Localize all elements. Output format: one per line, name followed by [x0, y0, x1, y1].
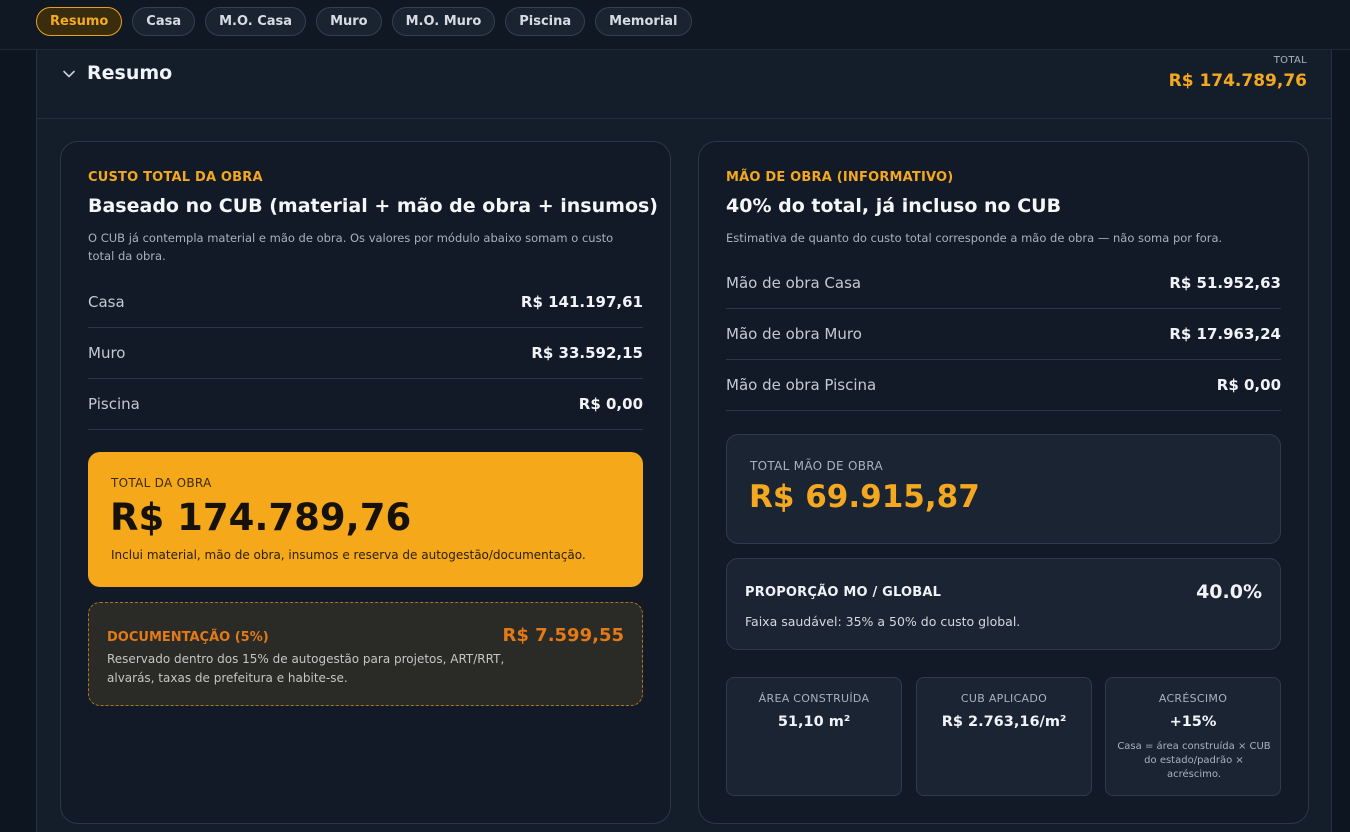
total-obra-description: Inclui material, mão de obra, insumos e …	[111, 548, 586, 562]
panel-title: Resumo	[87, 62, 173, 84]
row-value: R$ 0,00	[578, 395, 643, 413]
stat-area: ÁREA CONSTRUÍDA 51,10 m²	[726, 677, 902, 796]
card-description: Estimativa de quanto do custo total corr…	[726, 231, 1223, 245]
header-total-value: R$ 174.789,76	[1168, 71, 1307, 91]
documentation-description: Reservado dentro dos 15% de autogestão p…	[107, 652, 505, 685]
row-value: R$ 51.952,63	[1169, 274, 1281, 292]
tab-bar: Resumo Casa M.O. Casa Muro M.O. Muro Pis…	[0, 0, 1350, 50]
chevron-down-icon[interactable]	[62, 67, 76, 81]
tab-casa[interactable]: Casa	[132, 7, 196, 36]
row-label: Mão de obra Piscina	[726, 376, 877, 394]
proportion-box: PROPORÇÃO MO / GLOBAL 40.0% Faixa saudáv…	[726, 558, 1281, 650]
summary-panel: Resumo TOTAL R$ 174.789,76 CUSTO TOTAL D…	[36, 50, 1332, 832]
labor-row-casa: Mão de obra Casa R$ 51.952,63	[726, 258, 1281, 309]
total-labor-label: TOTAL MÃO DE OBRA	[750, 459, 883, 473]
row-value: R$ 17.963,24	[1169, 325, 1281, 343]
header-total-label: TOTAL	[1273, 55, 1307, 66]
tab-mo-muro[interactable]: M.O. Muro	[391, 7, 496, 36]
row-label: Muro	[88, 344, 126, 362]
stat-value: R$ 2.763,16/m²	[941, 714, 1067, 730]
tab-memorial[interactable]: Memorial	[595, 7, 692, 36]
stat-value: +15%	[1169, 714, 1217, 730]
module-tabs: Resumo Casa M.O. Casa Muro M.O. Muro Pis…	[36, 7, 692, 36]
labor-row-muro: Mão de obra Muro R$ 17.963,24	[726, 309, 1281, 360]
card-eyebrow: MÃO DE OBRA (INFORMATIVO)	[726, 170, 954, 185]
tab-piscina[interactable]: Piscina	[505, 7, 586, 36]
cost-row-muro: Muro R$ 33.592,15	[88, 328, 643, 379]
cost-row-casa: Casa R$ 141.197,61	[88, 277, 643, 328]
row-value: R$ 141.197,61	[520, 293, 643, 311]
documentation-value: R$ 7.599,55	[502, 625, 624, 646]
row-value: R$ 33.592,15	[531, 344, 643, 362]
stat-label: ÁREA CONSTRUÍDA	[758, 692, 870, 705]
labor-row-piscina: Mão de obra Piscina R$ 0,00	[726, 360, 1281, 411]
total-obra-value: R$ 174.789,76	[110, 496, 412, 539]
stat-label: ACRÉSCIMO	[1158, 692, 1228, 705]
row-label: Casa	[88, 293, 125, 311]
card-heading: Baseado no CUB (material + mão de obra +…	[88, 195, 658, 217]
total-labor-box: TOTAL MÃO DE OBRA R$ 69.915,87	[726, 434, 1281, 544]
row-label: Mão de obra Muro	[726, 325, 862, 343]
proportion-value: 40.0%	[1196, 581, 1262, 603]
total-obra-label: TOTAL DA OBRA	[111, 476, 212, 490]
tab-muro[interactable]: Muro	[316, 7, 382, 36]
row-label: Piscina	[88, 395, 140, 413]
card-description: O CUB já contempla material e mão de obr…	[88, 231, 614, 263]
card-eyebrow: CUSTO TOTAL DA OBRA	[88, 170, 263, 185]
total-obra-box: TOTAL DA OBRA R$ 174.789,76 Inclui mater…	[88, 452, 643, 587]
proportion-label: PROPORÇÃO MO / GLOBAL	[745, 585, 942, 600]
total-labor-value: R$ 69.915,87	[749, 479, 980, 515]
panel-header[interactable]: Resumo TOTAL R$ 174.789,76	[37, 50, 1331, 119]
total-cost-card: CUSTO TOTAL DA OBRA Baseado no CUB (mate…	[60, 141, 671, 824]
documentation-label: DOCUMENTAÇÃO (5%)	[107, 630, 269, 645]
labor-card: MÃO DE OBRA (INFORMATIVO) 40% do total, …	[698, 141, 1309, 824]
documentation-box: DOCUMENTAÇÃO (5%) R$ 7.599,55 Reservado …	[88, 602, 643, 706]
cost-row-piscina: Piscina R$ 0,00	[88, 379, 643, 430]
stat-cub: CUB APLICADO R$ 2.763,16/m²	[916, 677, 1092, 796]
card-heading: 40% do total, já incluso no CUB	[726, 195, 1062, 217]
tab-mo-casa[interactable]: M.O. Casa	[205, 7, 307, 36]
row-value: R$ 0,00	[1216, 376, 1281, 394]
stat-note: Casa = área construída × CUB do estado/p…	[1117, 741, 1271, 780]
tab-resumo[interactable]: Resumo	[36, 7, 123, 36]
row-label: Mão de obra Casa	[726, 274, 862, 292]
stat-label: CUB APLICADO	[960, 692, 1048, 705]
stat-value: 51,10 m²	[777, 714, 851, 730]
proportion-description: Faixa saudável: 35% a 50% do custo globa…	[745, 614, 1021, 629]
stat-acrescimo: ACRÉSCIMO +15% Casa = área construída × …	[1105, 677, 1281, 796]
